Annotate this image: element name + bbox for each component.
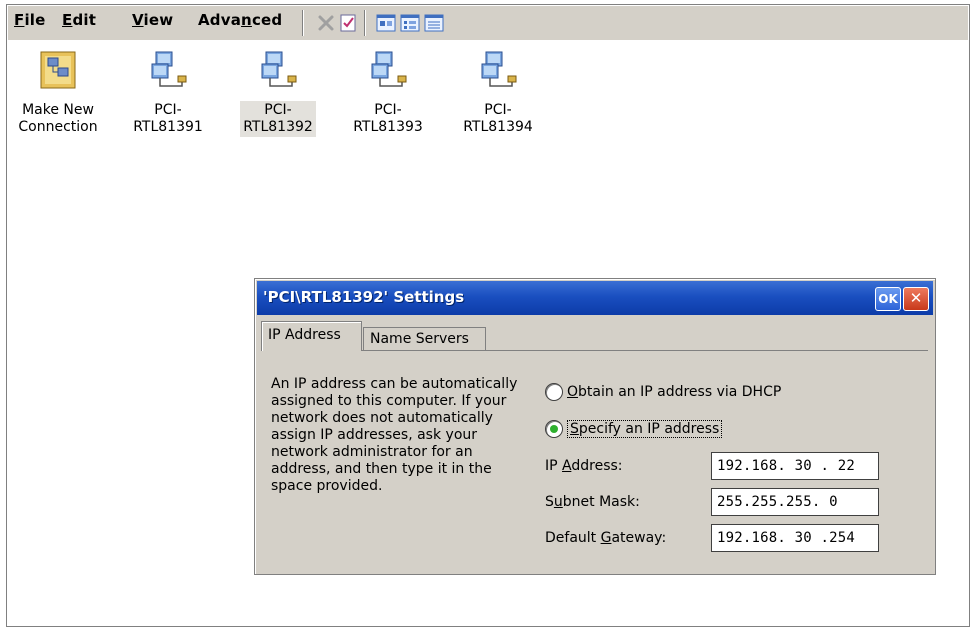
ip-address-label: IP Address: (545, 458, 623, 474)
make-new-connection-icon (40, 51, 76, 89)
ip-address-field[interactable]: 192.168. 30 . 22 (711, 452, 879, 480)
desktop-item-label-line2: RTL81391 (133, 119, 203, 135)
close-icon[interactable]: ✕ (903, 287, 929, 311)
settings-dialog: 'PCI\RTL81392' Settings OK ✕ IP Address … (254, 278, 936, 575)
dialog-title: 'PCI\RTL81392' Settings (263, 288, 465, 306)
default-gateway-field[interactable]: 192.168. 30 .254 (711, 524, 879, 552)
small-icons-view-icon[interactable] (400, 13, 420, 33)
menu-view[interactable]: View (132, 11, 173, 29)
desktop-item-label-line1: Make New (22, 102, 94, 118)
radio-button[interactable] (545, 383, 563, 401)
properties-icon[interactable] (338, 13, 358, 33)
adapter-item-rtl81391[interactable]: PCI- RTL81391 (120, 48, 216, 137)
radio-button-selected[interactable] (545, 420, 563, 438)
network-adapter-icon (481, 51, 517, 87)
ok-button[interactable]: OK (875, 287, 901, 311)
default-gateway-label: Default Gateway: (545, 530, 667, 546)
network-adapter-icon (151, 51, 187, 87)
desktop-item-label-line1: PCI- (374, 102, 402, 118)
adapter-item-rtl81394[interactable]: PCI- RTL81394 (450, 48, 546, 137)
delete-icon[interactable] (316, 13, 336, 33)
network-adapter-icon (371, 51, 407, 87)
menu-file[interactable]: File (14, 11, 46, 29)
tab-ip-address[interactable]: IP Address (261, 321, 362, 351)
details-view-icon[interactable] (424, 13, 444, 33)
desktop-item-label-line1: PCI- (484, 102, 512, 118)
dialog-titlebar[interactable]: 'PCI\RTL81392' Settings OK ✕ (257, 281, 933, 315)
desktop-item-label-line1: PCI- (154, 102, 182, 118)
dhcp-description: An IP address can be automatically assig… (271, 376, 518, 494)
desktop-item-label-line2: RTL81393 (353, 119, 423, 135)
toolbar-separator (302, 10, 304, 36)
tab-name-servers[interactable]: Name Servers (363, 327, 486, 351)
radio-obtain-dhcp[interactable]: Obtain an IP address via DHCP (545, 383, 781, 401)
desktop-item-label-line2: RTL81394 (463, 119, 533, 135)
radio-specify-ip[interactable]: Specify an IP address (545, 420, 723, 438)
subnet-mask-field[interactable]: 255.255.255. 0 (711, 488, 879, 516)
adapter-item-rtl81393[interactable]: PCI- RTL81393 (340, 48, 436, 137)
network-adapter-icon (261, 51, 297, 87)
menu-edit[interactable]: Edit (62, 11, 96, 29)
desktop-item-label-line1: PCI- (264, 102, 292, 118)
desktop-item-label-line2: RTL81392 (243, 119, 313, 135)
desktop-item-label-line2: Connection (18, 119, 98, 135)
adapter-item-rtl81392[interactable]: PCI- RTL81392 (230, 48, 326, 137)
make-new-connection-item[interactable]: Make New Connection (10, 48, 106, 137)
subnet-mask-label: Subnet Mask: (545, 494, 640, 510)
menu-bar: File Edit View Advanced (8, 6, 968, 40)
menu-advanced[interactable]: Advanced (198, 11, 282, 29)
large-icons-view-icon[interactable] (376, 13, 396, 33)
toolbar-separator (364, 10, 366, 36)
